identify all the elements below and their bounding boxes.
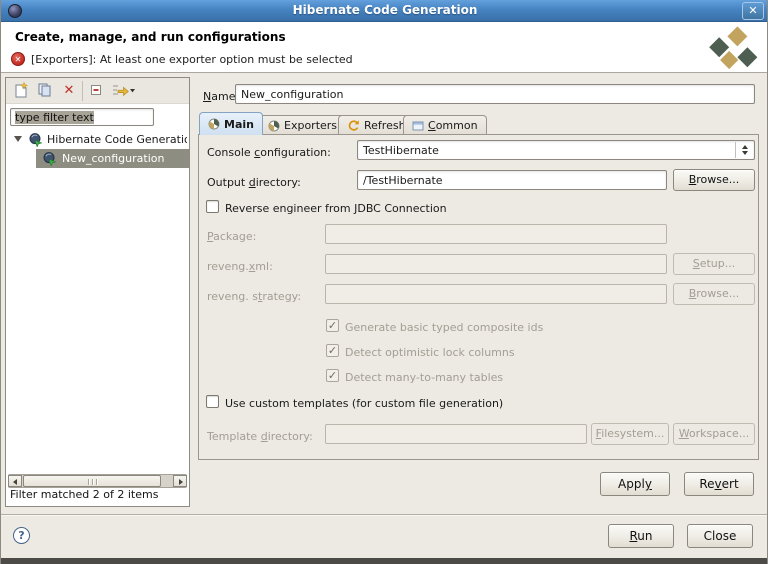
reverse-engineer-checkbox[interactable] <box>206 200 219 213</box>
hibernate-logo-icon <box>701 25 761 75</box>
close-button[interactable]: Close <box>687 524 753 548</box>
filesystem-button: Filesystem... <box>591 423 669 445</box>
reveng-strategy-label: reveng. strategy: <box>207 290 301 303</box>
dialog-hibernate-code-generation: Hibernate Code Generation ✕ Create, mana… <box>0 0 768 564</box>
detect-many-to-many-label: Detect many-to-many tables <box>345 371 503 384</box>
error-icon: ✕ <box>11 52 25 66</box>
window-bottom-border <box>1 558 768 564</box>
use-custom-templates-checkbox[interactable] <box>206 395 219 408</box>
console-configuration-label: Console configuration: <box>207 146 331 159</box>
reveng-xml-label: reveng.xml: <box>207 260 273 273</box>
detect-optimistic-lock-checkbox: ✓ <box>326 344 339 357</box>
duplicate-configuration-button[interactable] <box>36 82 54 100</box>
filter-match-status: Filter matched 2 of 2 items <box>10 488 158 501</box>
filter-input-text: type filter text <box>15 111 94 124</box>
reverse-engineer-label: Reverse engineer from JDBC Connection <box>225 202 447 215</box>
name-input[interactable]: New_configuration <box>235 84 755 104</box>
tree-item-new-configuration[interactable]: New_configuration <box>42 149 189 167</box>
sidebar-horizontal-scrollbar[interactable] <box>8 474 187 488</box>
window-title: Hibernate Code Generation <box>1 3 768 17</box>
output-directory-label: Output directory: <box>207 176 301 189</box>
apply-button[interactable]: Apply <box>600 472 670 496</box>
error-message: [Exporters]: At least one exporter optio… <box>31 53 353 66</box>
tab-label: Main <box>224 118 254 131</box>
reveng-strategy-input <box>325 284 667 304</box>
filter-menu-button[interactable] <box>110 82 136 100</box>
detect-many-to-many-checkbox: ✓ <box>326 369 339 382</box>
hibernate-tab-icon <box>208 118 220 130</box>
detect-optimistic-lock-label: Detect optimistic lock columns <box>345 346 515 359</box>
delete-configuration-button[interactable]: ✕ <box>60 82 78 100</box>
tree-item-label: Hibernate Code Generation <box>47 133 187 146</box>
titlebar[interactable]: Hibernate Code Generation ✕ <box>1 0 768 22</box>
reveng-xml-input <box>325 254 667 274</box>
package-input <box>325 224 667 244</box>
tab-exporters[interactable]: Exporters <box>259 115 346 135</box>
sidebar-toolbar: ✕ <box>6 78 189 104</box>
window-close-button[interactable]: ✕ <box>742 2 764 20</box>
dialog-header: Create, manage, and run configurations ✕… <box>1 22 768 73</box>
run-button[interactable]: Run <box>608 524 674 548</box>
help-button[interactable]: ? <box>13 527 30 544</box>
tab-label: Common <box>428 119 478 132</box>
tab-label: Refresh <box>364 119 406 132</box>
launch-config-icon <box>42 151 57 166</box>
scrollbar-thumb[interactable] <box>23 475 161 487</box>
package-label: Package: <box>207 230 256 243</box>
tree-item-hibernate-code-generation[interactable]: Hibernate Code Generation <box>14 130 187 148</box>
scroll-right-button[interactable] <box>173 475 187 487</box>
window-tab-icon <box>412 120 424 132</box>
browse-strategy-button: Browse... <box>673 283 755 305</box>
name-input-value: New_configuration <box>241 88 343 101</box>
tree-expander-icon[interactable] <box>14 136 22 142</box>
output-directory-input[interactable]: /TestHibernate <box>357 170 667 190</box>
template-directory-input <box>325 424 587 444</box>
output-directory-value: /TestHibernate <box>363 174 443 187</box>
tab-main[interactable]: Main <box>199 112 263 135</box>
combo-spinner-icon[interactable] <box>735 142 753 158</box>
console-configuration-combo[interactable]: TestHibernate <box>357 140 755 160</box>
generate-composite-ids-label: Generate basic typed composite ids <box>345 321 543 334</box>
scroll-left-button[interactable] <box>8 475 22 487</box>
tab-label: Exporters <box>284 119 337 132</box>
revert-button[interactable]: Revert <box>684 472 754 496</box>
hibernate-tab-icon <box>268 120 280 132</box>
console-configuration-value: TestHibernate <box>363 144 439 157</box>
tree-item-label: New_configuration <box>62 152 164 165</box>
filter-input[interactable]: type filter text <box>10 108 154 126</box>
toolbar-separator <box>82 81 83 101</box>
template-directory-label: Template directory: <box>207 430 313 443</box>
footer-separator <box>1 514 768 516</box>
configurations-sidebar: ✕ type filter text <box>5 77 190 507</box>
refresh-icon <box>347 119 360 132</box>
tab-common[interactable]: Common <box>403 115 487 135</box>
generate-composite-ids-checkbox: ✓ <box>326 319 339 332</box>
collapse-all-button[interactable] <box>88 82 106 100</box>
launch-config-type-icon <box>28 132 43 147</box>
new-configuration-button[interactable] <box>12 82 30 100</box>
setup-button: Setup... <box>673 253 755 275</box>
use-custom-templates-label: Use custom templates (for custom file ge… <box>225 397 503 410</box>
page-title: Create, manage, and run configurations <box>15 30 286 44</box>
name-label: Name: <box>203 90 239 103</box>
browse-output-button[interactable]: Browse... <box>673 169 755 191</box>
workspace-button: Workspace... <box>673 423 755 445</box>
